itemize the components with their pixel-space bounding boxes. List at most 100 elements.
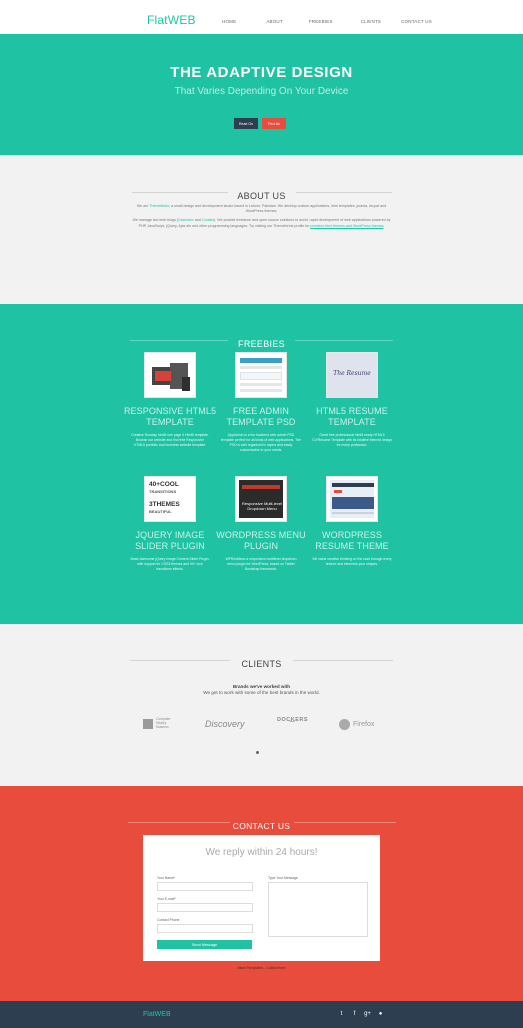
name-input[interactable] (157, 882, 253, 891)
menu-caption: Responsive Multi-level Dropdown Menu (241, 501, 282, 511)
themeforest-link[interactable]: premium html themes and WordPress themes (310, 224, 383, 228)
chm-logo-text: Computer History Museum (156, 717, 170, 729)
freebie-thumbnail[interactable]: 40+COOL TRANSITIONS 3THEMES BEAUTIFUL (144, 476, 196, 522)
heading-rule-left (130, 340, 228, 341)
freebie-thumbnail[interactable] (326, 476, 378, 522)
freebie-title[interactable]: JQUERY IMAGE SLIDER PLUGIN (122, 530, 218, 552)
discovery-logo: Discovery (205, 719, 245, 729)
footer-brand[interactable]: FlatWEB (143, 1011, 171, 1018)
resume-script-text: The Resume (333, 370, 371, 377)
about-heading: ABOUT US (0, 186, 523, 204)
about-p1-pre: We are (136, 204, 150, 208)
firefox-logo-text: Firefox (353, 720, 375, 728)
facebook-icon[interactable]: f (351, 1011, 358, 1018)
freebie-description: Great free professional html5 ready HTML… (312, 433, 392, 447)
freebies-title: FREEBIES (238, 339, 285, 349)
admin-row (240, 389, 282, 392)
firefox-globe-icon (339, 718, 350, 730)
slider-text-3: 3THEMES (149, 501, 180, 508)
theme-row (332, 512, 374, 514)
email-label: Your E-mail* (157, 897, 176, 901)
freebie-title[interactable]: FREE ADMIN TEMPLATE PSD (213, 406, 309, 428)
slider-text-2: TRANSITIONS (149, 489, 177, 494)
menu-bar (242, 485, 280, 489)
phone-label: Contact Phone (157, 918, 180, 922)
freebie-card-html5-template[interactable]: RESPONSIVE HTML5 TEMPLATE Creative Runwa… (122, 352, 218, 448)
heading-rule-right (293, 660, 393, 661)
hero-buttons: Read On Find Us (0, 118, 523, 129)
form-heading: We reply within 24 hours! (205, 847, 318, 858)
nav-link-home[interactable]: HOME (222, 19, 236, 24)
about-p2-pre: We manage two tech blogs ( (132, 218, 179, 223)
page: FlatWEB HOME ABOUT FREEBIES CLIENTS CONT… (0, 0, 523, 1028)
message-textarea[interactable] (268, 882, 368, 937)
slider-text-1: 40+COOL (149, 481, 179, 488)
admin-row (240, 366, 282, 369)
carousel-dot[interactable] (256, 751, 259, 754)
nav-links: HOME ABOUT FREEBIES CLIENTS CONTACT US (222, 19, 432, 24)
admin-row (240, 383, 282, 386)
heading-rule-right (296, 192, 392, 193)
freebie-thumbnail[interactable]: Responsive Multi-level Dropdown Menu (235, 476, 287, 522)
clients-heading: CLIENTS (0, 654, 523, 672)
freebie-description: WPResMenu a responsive multilevel dropdo… (225, 557, 297, 571)
google-plus-icon[interactable]: g+ (364, 1011, 371, 1018)
dockers-logo: DOCKERS ︶ (277, 717, 308, 731)
freebie-description: Basic Awesome jQuery Image Content Slide… (130, 557, 210, 571)
freebie-card-admin-psd[interactable]: FREE ADMIN TEMPLATE PSD AppAdmin is a fu… (213, 352, 309, 453)
freebie-card-resume-template[interactable]: The Resume HTML5 RESUME TEMPLATE Great f… (304, 352, 400, 448)
theme-banner (332, 497, 374, 509)
hero-subtitle: That Varies Depending On Your Device (174, 86, 349, 97)
credit-pre: More Templates (237, 966, 265, 970)
read-on-button[interactable]: Read On (234, 118, 258, 129)
freebie-title[interactable]: HTML5 RESUME TEMPLATE (304, 406, 400, 428)
phone-input[interactable] (157, 924, 253, 933)
about-text: We are Themefisher, a small design and d… (130, 204, 393, 233)
about-section: ABOUT US We are Themefisher, a small des… (0, 155, 523, 304)
codalio-link[interactable]: Codalio (202, 218, 214, 222)
email-input[interactable] (157, 903, 253, 912)
footer: FlatWEB t f g+ ● (0, 1001, 523, 1028)
clients-section: CLIENTS Brands we've worked with We get … (0, 624, 523, 786)
top-navbar: FlatWEB HOME ABOUT FREEBIES CLIENTS CONT… (0, 0, 523, 34)
message-label: Type Your Message (268, 876, 298, 880)
freebie-title[interactable]: WORDPRESS RESUME THEME (304, 530, 400, 552)
hero-section: THE ADAPTIVE DESIGN That Varies Dependin… (0, 34, 523, 155)
freebie-card-resume-theme[interactable]: WORDPRESS RESUME THEME We value creative… (304, 476, 400, 567)
dribbble-icon[interactable]: ● (377, 1011, 384, 1018)
heading-rule-right (294, 822, 396, 823)
freebie-title[interactable]: WORDPRESS MENU PLUGIN (213, 530, 309, 552)
send-message-button[interactable]: Send Message (157, 940, 252, 949)
nav-link-contact[interactable]: CONTACT US (401, 19, 432, 24)
twitter-icon[interactable]: t (338, 1011, 345, 1018)
admin-header-bar (240, 358, 282, 363)
brand-logo[interactable]: FlatWEB (147, 13, 196, 27)
freebie-description: Creative Runway html5 one page 5 Html5 t… (131, 433, 209, 447)
social-links: t f g+ ● (338, 1011, 384, 1018)
freebie-thumbnail[interactable] (235, 352, 287, 398)
nav-link-clients[interactable]: CLIENTS (361, 19, 381, 24)
about-paragraph-1: We are Themefisher, a small design and d… (130, 204, 393, 214)
contact-form: We reply within 24 hours! Your Name* You… (143, 835, 380, 961)
freebie-card-menu-plugin[interactable]: Responsive Multi-level Dropdown Menu WOR… (213, 476, 309, 572)
nav-link-freebies[interactable]: FREEBIES (309, 19, 333, 24)
chm-logo-icon (143, 719, 153, 729)
nav-link-about[interactable]: ABOUT (266, 19, 283, 24)
about-paragraph-2: We manage two tech blogs (Cssmanix and C… (130, 218, 393, 228)
template-credit: More Templates - Collect from (0, 966, 523, 970)
admin-chart (240, 372, 282, 380)
freebie-title[interactable]: RESPONSIVE HTML5 TEMPLATE (122, 406, 218, 428)
cssmanix-link[interactable]: Cssmanix (178, 218, 194, 222)
dockers-wing-icon: ︶ (289, 722, 296, 728)
clients-title: CLIENTS (241, 659, 282, 669)
freebie-description: AppAdmin is a fun backend web admin PSD … (221, 433, 301, 452)
find-us-button[interactable]: Find Us (262, 118, 286, 129)
heading-rule-left (130, 660, 230, 661)
freebie-card-image-slider[interactable]: 40+COOL TRANSITIONS 3THEMES BEAUTIFUL JQ… (122, 476, 218, 572)
freebie-thumbnail[interactable]: The Resume (326, 352, 378, 398)
freebie-thumbnail[interactable] (144, 352, 196, 398)
theme-accent (334, 490, 342, 493)
themefisher-link[interactable]: Themefisher (149, 204, 169, 208)
heading-rule-right (295, 340, 393, 341)
contact-title: CONTACT US (232, 821, 291, 831)
